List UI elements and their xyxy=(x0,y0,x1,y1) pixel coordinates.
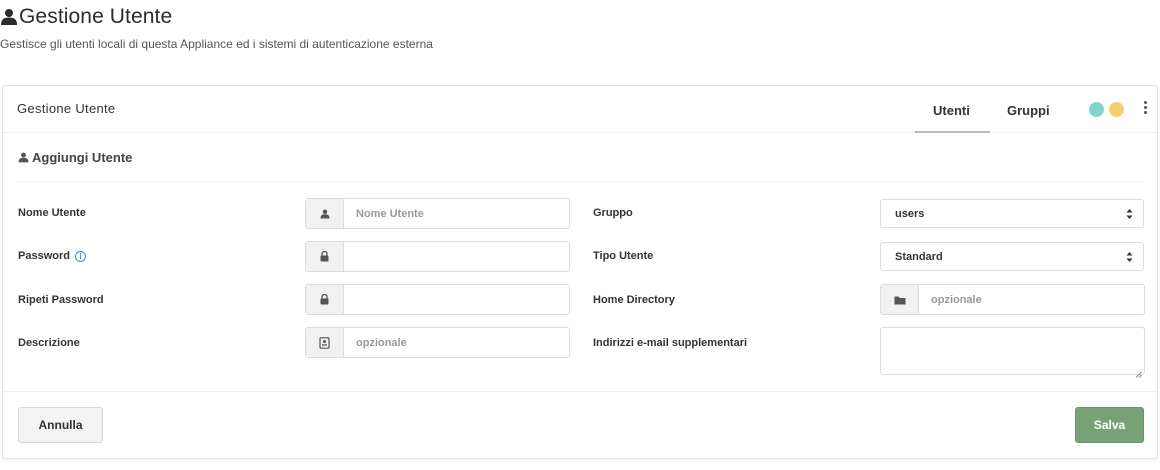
select-caret-icon xyxy=(1126,251,1133,263)
footer-divider xyxy=(3,391,1157,392)
tab-gruppi[interactable]: Gruppi xyxy=(1007,103,1050,118)
folder-icon xyxy=(881,285,919,314)
save-button[interactable]: Salva xyxy=(1075,407,1144,443)
email-supplementari-textarea[interactable] xyxy=(880,327,1145,378)
user-icon xyxy=(306,199,344,228)
select-caret-icon xyxy=(1126,208,1133,220)
password-field xyxy=(305,241,570,272)
page-title: Gestione Utente xyxy=(0,4,433,30)
user-icon xyxy=(18,152,29,163)
label-home-directory: Home Directory xyxy=(593,294,675,306)
descrizione-field xyxy=(305,327,570,358)
section-title-text: Aggiungi Utente xyxy=(32,150,133,165)
page-title-text: Gestione Utente xyxy=(19,5,173,28)
lock-icon xyxy=(306,285,344,314)
info-icon[interactable]: i xyxy=(74,251,86,262)
home-directory-input[interactable] xyxy=(919,285,1144,314)
resize-grip-icon[interactable] xyxy=(1135,365,1142,378)
descrizione-input[interactable] xyxy=(344,328,569,357)
page-header: Gestione Utente Gestisce gli utenti loca… xyxy=(0,4,433,51)
label-email-supplementari: Indirizzi e-mail supplementari xyxy=(593,337,748,349)
active-tab-indicator xyxy=(915,131,990,133)
section-title: Aggiungi Utente xyxy=(18,150,132,165)
label-nome-utente: Nome Utente xyxy=(18,207,86,219)
tipo-utente-select[interactable]: Standard xyxy=(880,242,1144,271)
user-management-panel: Gestione Utente Utenti Gruppi Aggiungi U… xyxy=(2,85,1158,459)
page-subtitle: Gestisce gli utenti locali di questa App… xyxy=(0,37,433,51)
tipo-utente-selected-value: Standard xyxy=(895,250,943,263)
ripeti-password-input[interactable] xyxy=(344,285,569,314)
panel-title: Gestione Utente xyxy=(17,101,116,116)
address-card-icon xyxy=(306,328,344,357)
lock-icon xyxy=(306,242,344,271)
ripeti-password-field xyxy=(305,284,570,315)
label-password: Password i xyxy=(18,250,86,262)
nome-utente-field xyxy=(305,198,570,229)
status-dot-yellow[interactable] xyxy=(1109,102,1124,117)
kebab-menu-icon[interactable] xyxy=(1140,101,1150,119)
status-dot-teal[interactable] xyxy=(1089,102,1104,117)
user-icon xyxy=(0,8,18,26)
panel-header: Gestione Utente Utenti Gruppi xyxy=(3,86,1157,133)
home-directory-field xyxy=(880,284,1145,315)
label-gruppo: Gruppo xyxy=(593,207,633,219)
label-password-text: Password xyxy=(18,250,70,262)
section-divider xyxy=(17,181,1145,182)
cancel-button[interactable]: Annulla xyxy=(18,407,103,443)
label-descrizione: Descrizione xyxy=(18,337,80,349)
password-input[interactable] xyxy=(344,242,569,271)
gruppo-select[interactable]: users xyxy=(880,199,1144,228)
label-tipo-utente: Tipo Utente xyxy=(593,250,654,262)
tab-utenti[interactable]: Utenti xyxy=(933,103,970,118)
nome-utente-input[interactable] xyxy=(344,199,569,228)
label-ripeti-password: Ripeti Password xyxy=(18,294,104,306)
gruppo-selected-value: users xyxy=(895,207,925,220)
